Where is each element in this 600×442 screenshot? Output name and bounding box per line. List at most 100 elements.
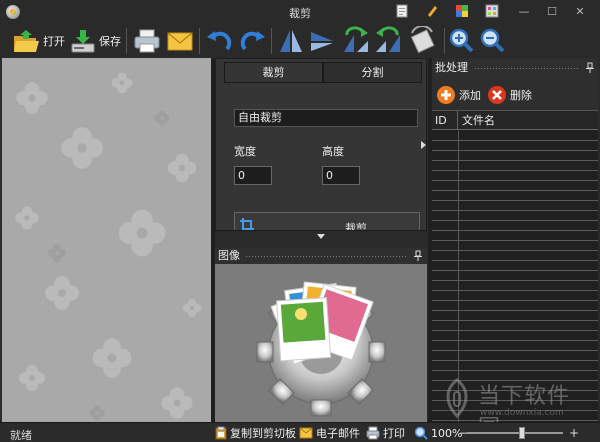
save-button[interactable]: 保存 <box>70 26 121 56</box>
status-text: 就绪 <box>10 429 32 442</box>
delete-x-icon <box>488 86 506 104</box>
list-row[interactable] <box>432 231 598 241</box>
open-button[interactable]: 打开 <box>12 26 65 56</box>
delete-label: 删除 <box>510 89 532 102</box>
list-row[interactable] <box>432 251 598 261</box>
magnifier-icon <box>414 426 428 440</box>
toolbar-separator <box>126 28 127 54</box>
add-label: 添加 <box>459 89 481 102</box>
rotate-left-icon[interactable] <box>205 26 235 56</box>
list-row[interactable] <box>432 351 598 361</box>
list-row[interactable] <box>432 281 598 291</box>
list-row[interactable] <box>432 241 598 251</box>
zoom-slider-thumb[interactable] <box>519 427 525 439</box>
list-row[interactable] <box>432 141 598 151</box>
tab-split[interactable]: 分割 <box>323 62 422 83</box>
list-row[interactable] <box>432 331 598 341</box>
document-icon[interactable] <box>395 4 409 18</box>
floral-pattern-background <box>15 72 202 421</box>
height-label: 高度 <box>322 145 344 158</box>
batch-file-list[interactable]: ID 文件名 <box>432 110 598 422</box>
file-list-header: ID 文件名 <box>432 111 598 130</box>
image-panel <box>215 264 427 422</box>
maximize-button[interactable]: ☐ <box>540 2 564 22</box>
rotate-right-icon[interactable] <box>237 26 267 56</box>
flip-horizontal-icon[interactable] <box>277 26 305 56</box>
list-row[interactable] <box>432 271 598 281</box>
list-row[interactable] <box>432 181 598 191</box>
batch-actions: 添加 删除 <box>432 82 598 108</box>
image-panel-header: 图像 <box>215 248 427 264</box>
zoom-plus-button[interactable]: + <box>569 426 579 440</box>
title-bar: 裁剪 — ☐ ✕ <box>0 0 600 24</box>
main-toolbar: 打开 保存 <box>0 24 600 58</box>
tab-crop[interactable]: 裁剪 <box>224 62 323 83</box>
list-row[interactable] <box>432 301 598 311</box>
color-palette-icon[interactable] <box>455 4 469 18</box>
zoom-value: 100% <box>431 426 463 440</box>
batch-panel-title: 批处理 <box>435 61 468 74</box>
printer-icon <box>366 426 380 440</box>
zoom-slider-track[interactable] <box>467 432 563 434</box>
email-label: 电子邮件 <box>316 427 360 440</box>
rotate-flip-left-icon[interactable] <box>341 26 371 56</box>
toolbar-separator <box>199 28 200 54</box>
list-row[interactable] <box>432 361 598 371</box>
height-input[interactable]: 0 <box>322 166 360 185</box>
list-row[interactable] <box>432 191 598 201</box>
list-row[interactable] <box>432 341 598 351</box>
list-row[interactable] <box>432 201 598 211</box>
copy-label: 复制到剪切板 <box>230 427 296 440</box>
panel-grip <box>245 255 407 258</box>
list-row[interactable] <box>432 311 598 321</box>
app-gear-photos-logo-icon <box>256 281 386 417</box>
list-row[interactable] <box>432 171 598 181</box>
list-row[interactable] <box>432 221 598 231</box>
email-icon[interactable] <box>166 26 194 56</box>
crop-panel-collapse-bar[interactable] <box>215 230 427 242</box>
add-plus-icon <box>437 86 455 104</box>
pin-icon[interactable] <box>413 250 423 261</box>
list-row[interactable] <box>432 161 598 171</box>
flip-vertical-icon[interactable] <box>308 26 336 56</box>
print-icon[interactable] <box>133 26 161 56</box>
expand-right-arrow-icon[interactable] <box>419 140 427 150</box>
list-row[interactable] <box>432 151 598 161</box>
collapse-down-arrow-icon <box>317 234 325 239</box>
pencil-icon[interactable] <box>425 4 439 18</box>
list-row[interactable] <box>432 291 598 301</box>
list-row[interactable] <box>432 211 598 221</box>
zoom-out-icon[interactable] <box>479 26 505 56</box>
open-label: 打开 <box>43 35 65 48</box>
print-status-button[interactable]: 打印 <box>366 425 405 441</box>
print-label: 打印 <box>383 427 405 440</box>
image-preview-canvas[interactable] <box>2 58 211 422</box>
pin-icon[interactable] <box>585 62 595 73</box>
list-row[interactable] <box>432 131 598 141</box>
watermark-logo-icon <box>446 378 468 418</box>
status-bar: 就绪 复制到剪切板 电子邮件 打印 100% − + <box>0 422 600 442</box>
close-button[interactable]: ✕ <box>568 2 592 22</box>
batch-panel-header: 批处理 <box>432 60 598 76</box>
delete-file-button[interactable]: 删除 <box>487 84 532 106</box>
column-filename[interactable]: 文件名 <box>458 111 598 130</box>
list-row[interactable] <box>432 321 598 331</box>
crop-tabs: 裁剪 分割 <box>224 62 422 83</box>
zoom-indicator: 100% <box>414 425 462 441</box>
rotate-image-icon[interactable] <box>408 26 438 56</box>
crop-mode-select[interactable]: 自由裁剪 <box>234 109 418 127</box>
save-label: 保存 <box>99 35 121 48</box>
skin-palette-icon[interactable] <box>485 4 499 18</box>
toolbar-separator <box>444 28 445 54</box>
copy-to-clipboard-button[interactable]: 复制到剪切板 <box>215 425 296 441</box>
width-input[interactable]: 0 <box>234 166 272 185</box>
zoom-in-icon[interactable] <box>448 26 474 56</box>
email-status-button[interactable]: 电子邮件 <box>299 425 360 441</box>
column-id[interactable]: ID <box>432 111 458 130</box>
list-row[interactable] <box>432 261 598 271</box>
add-file-button[interactable]: 添加 <box>436 84 481 106</box>
minimize-button[interactable]: — <box>512 2 536 22</box>
width-label: 宽度 <box>234 145 256 158</box>
envelope-icon <box>299 427 313 439</box>
rotate-flip-right-icon[interactable] <box>373 26 403 56</box>
